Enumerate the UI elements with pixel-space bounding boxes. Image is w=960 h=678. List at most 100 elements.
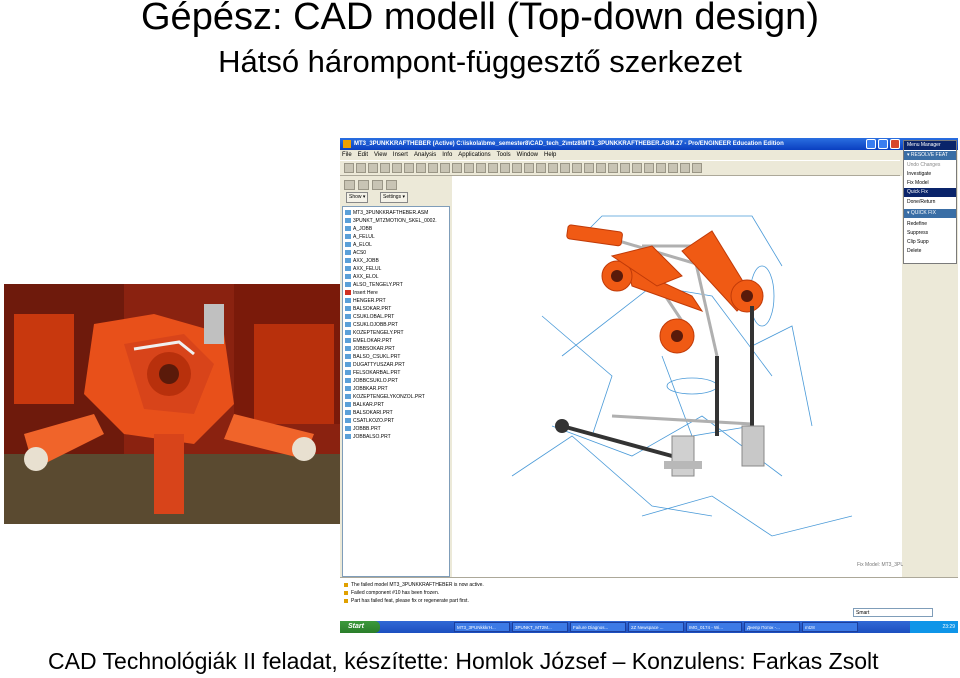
menu-view[interactable]: View — [374, 152, 387, 158]
view-manager-icon[interactable] — [584, 163, 594, 173]
taskbar-item[interactable]: IMG_0174 - Wi... — [686, 622, 742, 632]
taskbar-item[interactable]: 3PUNKT_MT2M... — [512, 622, 568, 632]
taskbar-item[interactable]: Днепр Поток -... — [744, 622, 800, 632]
part-icon — [345, 434, 351, 440]
cut-icon[interactable] — [428, 163, 438, 173]
info-icon — [344, 590, 348, 595]
part-icon — [345, 370, 351, 376]
datum-axes-icon[interactable] — [656, 163, 666, 173]
connections-tab-icon[interactable] — [386, 180, 397, 190]
menu-info[interactable]: Info — [442, 152, 452, 158]
part-icon — [345, 378, 351, 384]
mm-done-return[interactable]: Done/Return — [904, 198, 956, 207]
datum-planes-icon[interactable] — [644, 163, 654, 173]
menu-file[interactable]: File — [342, 152, 352, 158]
part-icon — [345, 362, 351, 368]
redo-icon[interactable] — [416, 163, 426, 173]
menu-tools[interactable]: Tools — [497, 152, 511, 158]
datum-plane-icon — [345, 226, 351, 232]
info-icon — [344, 582, 348, 587]
mm-delete[interactable]: Delete — [904, 247, 956, 256]
zoom-in-icon[interactable] — [512, 163, 522, 173]
email-icon[interactable] — [392, 163, 402, 173]
paste-icon[interactable] — [452, 163, 462, 173]
repaint-icon[interactable] — [500, 163, 510, 173]
mm-quick-fix-header[interactable]: ▾ QUICK FIX — [904, 209, 956, 218]
shading-icon[interactable] — [632, 163, 642, 173]
part-icon — [345, 386, 351, 392]
part-icon — [345, 394, 351, 400]
undo-icon[interactable] — [404, 163, 414, 173]
part-icon — [345, 354, 351, 360]
menu-bar: File Edit View Insert Analysis Info Appl… — [340, 150, 902, 160]
main-toolbar — [340, 160, 900, 176]
show-button[interactable]: Show ▾ — [346, 192, 369, 203]
window-controls — [866, 139, 900, 149]
part-icon — [345, 410, 351, 416]
panel-buttons: Show ▾ Settings ▾ — [342, 192, 450, 203]
menu-insert[interactable]: Insert — [393, 152, 408, 158]
graphics-viewport[interactable]: Fix Model: MT3_3PUNKKDLA — [452, 176, 924, 577]
menu-help[interactable]: Help — [544, 152, 556, 158]
layers-icon[interactable] — [572, 163, 582, 173]
panel-tabs — [342, 178, 450, 192]
part-icon — [345, 298, 351, 304]
no-hidden-icon[interactable] — [620, 163, 630, 173]
select-icon[interactable] — [488, 163, 498, 173]
csys-icon — [345, 250, 351, 256]
copy-icon[interactable] — [440, 163, 450, 173]
part-icon — [345, 306, 351, 312]
model-tree-panel: Show ▾ Settings ▾ MT3_3PUNKKRAFTHEBER.AS… — [340, 176, 452, 577]
taskbar-item[interactable]: 2Z Newspace ... — [628, 622, 684, 632]
settings-button[interactable]: Settings ▾ — [380, 192, 408, 203]
window-titlebar[interactable]: MT3_3PUNKKRAFTHEBER (Active) C:\iskola\b… — [340, 138, 958, 150]
mm-resolve-feat[interactable]: ▾ RESOLVE FEAT — [904, 151, 956, 160]
model-tree-tab-icon[interactable] — [344, 180, 355, 190]
selection-filter-dropdown[interactable]: Smart — [853, 608, 933, 617]
slide-title: Gépész: CAD modell (Top-down design) — [141, 0, 819, 38]
hidden-line-icon[interactable] — [608, 163, 618, 173]
datum-points-icon[interactable] — [668, 163, 678, 173]
csys-icon[interactable] — [680, 163, 690, 173]
find-icon[interactable] — [476, 163, 486, 173]
minimize-button[interactable] — [866, 139, 876, 149]
start-button[interactable]: Start — [340, 621, 380, 633]
system-tray-clock[interactable]: 23:29 — [910, 621, 958, 633]
maximize-button[interactable] — [878, 139, 888, 149]
menu-analysis[interactable]: Analysis — [414, 152, 436, 158]
taskbar-item[interactable]: Failure Diagnos... — [570, 622, 626, 632]
new-file-icon[interactable] — [344, 163, 354, 173]
wireframe-icon[interactable] — [596, 163, 606, 173]
open-file-icon[interactable] — [356, 163, 366, 173]
spin-center-icon[interactable] — [692, 163, 702, 173]
axis-icon — [345, 266, 351, 272]
menu-applications[interactable]: Applications — [458, 152, 490, 158]
reorient-icon[interactable] — [548, 163, 558, 173]
tractor-hitch-photo — [4, 284, 340, 524]
print-icon[interactable] — [380, 163, 390, 173]
mm-clip-supp[interactable]: Clip Supp — [904, 238, 956, 247]
folder-browser-tab-icon[interactable] — [358, 180, 369, 190]
tree-item[interactable]: JOBBALSO.PRT — [345, 433, 391, 442]
taskbar-item[interactable]: MT3_3PUNkkkrH... — [454, 622, 510, 632]
close-button[interactable] — [890, 139, 900, 149]
datum-plane-icon — [345, 234, 351, 240]
zoom-out-icon[interactable] — [524, 163, 534, 173]
menu-window[interactable]: Window — [517, 152, 538, 158]
saved-views-icon[interactable] — [560, 163, 570, 173]
regenerate-icon[interactable] — [464, 163, 474, 173]
part-icon — [345, 346, 351, 352]
cad-model-render — [511, 215, 853, 537]
save-icon[interactable] — [368, 163, 378, 173]
mm-investigate[interactable]: Investigate — [904, 170, 956, 179]
taskbar-item[interactable]: mtz8 — [802, 622, 858, 632]
assembly-icon — [345, 210, 351, 216]
mm-redefine[interactable]: Redefine — [904, 220, 956, 229]
menu-edit[interactable]: Edit — [358, 152, 368, 158]
favorites-tab-icon[interactable] — [372, 180, 383, 190]
mm-quick-fix[interactable]: Quick Fix — [904, 188, 956, 197]
mm-suppress[interactable]: Suppress — [904, 229, 956, 238]
mm-fix-model[interactable]: Fix Model — [904, 179, 956, 188]
mm-undo-changes[interactable]: Undo Changes — [904, 161, 956, 170]
refit-icon[interactable] — [536, 163, 546, 173]
